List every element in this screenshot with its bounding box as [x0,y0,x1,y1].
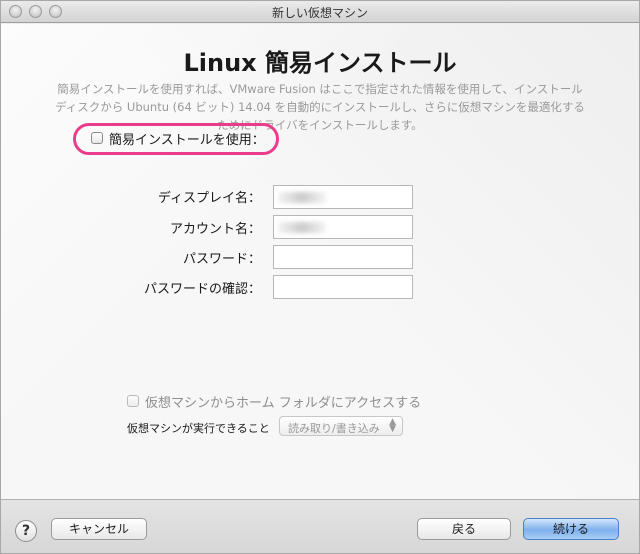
permission-select[interactable]: 読み取り/書き込み ▲ ▼ [279,416,403,436]
easy-install-label[interactable]: 簡易インストールを使用： [109,129,265,148]
back-button[interactable]: 戻る [417,518,511,540]
new-vm-window: 新しい仮想マシン Linux 簡易インストール 簡易インストールを使用すれば、V… [0,0,640,554]
title-bar: 新しい仮想マシン [1,1,639,23]
continue-button[interactable]: 続ける [523,518,619,540]
page-title: Linux 簡易インストール [183,49,457,77]
redacted-text [278,222,326,233]
home-folder-checkbox[interactable] [127,395,139,407]
password-confirm-label: パスワードの確認： [143,282,261,297]
window-title: 新しい仮想マシン [271,6,368,20]
account-name-label: アカウント名： [169,222,261,237]
description-line-1: 簡易インストールを使用すれば、VMware Fusion はここで指定された情報… [57,82,583,96]
account-name-field[interactable] [273,215,413,239]
display-name-field[interactable] [273,185,413,209]
up-down-arrows-icon: ▲ ▼ [389,417,396,434]
password-confirm-field[interactable] [273,275,413,299]
help-button[interactable]: ? [15,520,37,542]
vm-permission-label: 仮想マシンが実行できること [127,422,270,435]
display-name-label: ディスプレイ名： [157,191,261,206]
cancel-button[interactable]: キャンセル [51,518,147,540]
description-line-2: ディスクから Ubuntu (64 ビット) 14.04 を自動的にインストール… [55,100,585,114]
password-field[interactable] [273,245,413,269]
password-label: パスワード： [182,252,261,267]
home-folder-label: 仮想マシンからホーム フォルダにアクセスする [145,396,422,411]
permission-value: 読み取り/書き込み [288,422,380,435]
redacted-text [278,192,326,203]
easy-install-checkbox[interactable] [91,132,103,144]
